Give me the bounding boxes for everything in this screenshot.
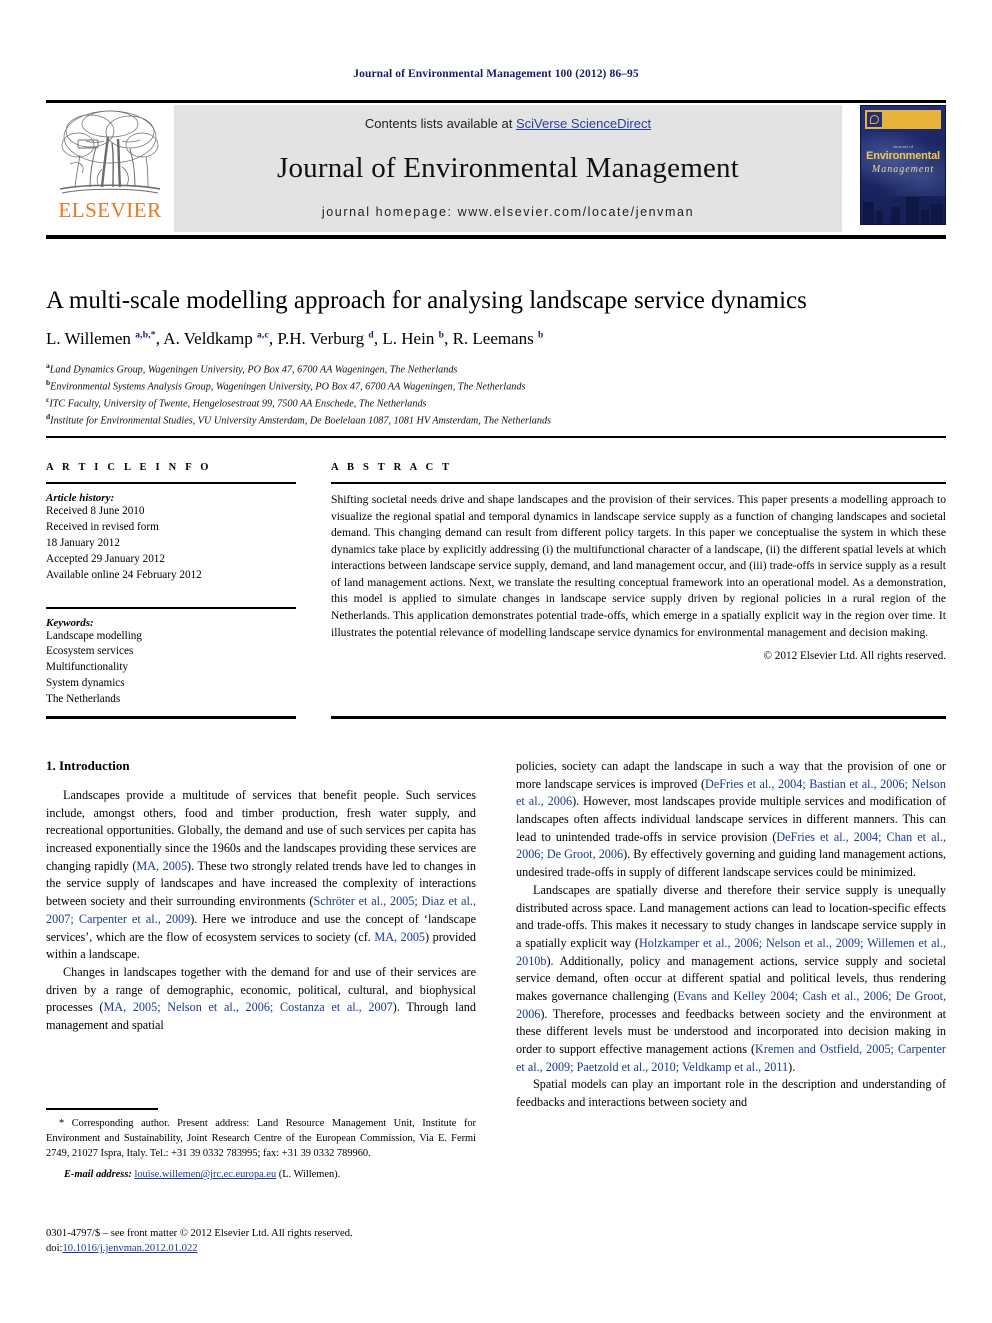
contents-line: Contents lists available at SciVerse Sci… — [365, 116, 651, 131]
affiliation-text: ITC Faculty, University of Twente, Henge… — [49, 398, 427, 410]
abstract-heading: A B S T R A C T — [331, 462, 453, 473]
masthead-bottom-rule — [46, 235, 946, 239]
article-info-rule — [46, 482, 296, 484]
history-item: Received 8 June 2010 — [46, 505, 145, 517]
keyword-item: Ecosystem services — [46, 645, 134, 658]
elsevier-wordmark: ELSEVIER — [58, 198, 162, 222]
info-abstract-row: A R T I C L E I N F O Article history: R… — [46, 462, 946, 708]
doi-link[interactable]: 10.1016/j.jenvman.2012.01.022 — [62, 1243, 197, 1254]
keyword-item: Landscape modelling — [46, 629, 142, 642]
email-label: E-mail address: — [64, 1169, 132, 1181]
doi-line: doi:10.1016/j.jenvman.2012.01.022 — [46, 1241, 476, 1256]
footnote-block: * Corresponding author. Present address:… — [46, 1108, 476, 1183]
colophon-block: 0301-4797/$ – see front matter © 2012 El… — [46, 1226, 476, 1257]
abstract-copyright: © 2012 Elsevier Ltd. All rights reserved… — [763, 650, 947, 663]
article-history-label: Article history: — [46, 492, 115, 504]
issn-line: 0301-4797/$ – see front matter © 2012 El… — [46, 1228, 353, 1239]
footnote-rule — [46, 1108, 158, 1110]
info-section-top-rule — [46, 436, 946, 438]
elsevier-tree-icon — [56, 107, 164, 199]
cover-city-art — [861, 190, 945, 224]
affiliation-text: Land Dynamics Group, Wageningen Universi… — [49, 364, 458, 376]
journal-cover-block: Journal of Environmental Management — [842, 105, 946, 232]
corresponding-author-note: * Corresponding author. Present address:… — [46, 1118, 476, 1159]
author-list: L. Willemen a,b,*, A. Veldkamp a,c, P.H.… — [46, 328, 544, 348]
paragraph: Changes in landscapes together with the … — [46, 964, 476, 1032]
keyword-item: System dynamics — [46, 677, 125, 690]
article-history-list: Received 8 June 2010 Received in revised… — [46, 504, 296, 584]
body-column-left: 1. Introduction Landscapes provide a mul… — [46, 758, 476, 1112]
contents-prefix: Contents lists available at — [364, 116, 516, 131]
running-head: Journal of Environmental Management 100 … — [353, 68, 639, 80]
elsevier-logo: ELSEVIER — [46, 105, 174, 232]
cover-title-line2: Management — [871, 164, 935, 175]
paper-page: Journal of Environmental Management 100 … — [0, 0, 992, 1323]
body-column-right: policies, society can adapt the landscap… — [516, 758, 946, 1112]
affiliation-item: cITC Faculty, University of Twente, Heng… — [46, 395, 946, 412]
email-note: E-mail address: louise.willemen@jrc.ec.e… — [46, 1168, 476, 1183]
section-heading-introduction: 1. Introduction — [46, 758, 130, 773]
title-block: A multi-scale modelling approach for ana… — [46, 287, 946, 429]
affiliation-text: Institute for Environmental Studies, VU … — [50, 415, 552, 427]
body-columns: 1. Introduction Landscapes provide a mul… — [46, 758, 946, 1112]
doi-prefix: doi: — [46, 1243, 63, 1255]
abstract-rule — [331, 482, 946, 484]
abstract-bottom-rule — [331, 716, 946, 719]
article-info-column: A R T I C L E I N F O Article history: R… — [46, 462, 296, 708]
section-bottom-rules — [46, 716, 946, 719]
history-item: Accepted 29 January 2012 — [46, 552, 165, 565]
affiliation-list: aLand Dynamics Group, Wageningen Univers… — [46, 361, 946, 430]
keywords-label: Keywords: — [46, 616, 94, 629]
history-item: 18 January 2012 — [46, 536, 120, 549]
sciencedirect-link[interactable]: SciVerse ScienceDirect — [516, 116, 651, 131]
history-item: Received in revised form — [46, 520, 159, 533]
cover-small-line: Journal of — [892, 144, 914, 149]
affiliation-item: bEnvironmental Systems Analysis Group, W… — [46, 378, 946, 395]
journal-band: Contents lists available at SciVerse Sci… — [174, 105, 842, 232]
journal-masthead: ELSEVIER Contents lists available at Sci… — [46, 100, 946, 239]
journal-cover-thumbnail: Journal of Environmental Management — [860, 105, 946, 225]
paragraph: Spatial models can play an important rol… — [516, 1077, 946, 1110]
history-item: Available online 24 February 2012 — [46, 568, 202, 581]
journal-homepage[interactable]: journal homepage: www.elsevier.com/locat… — [322, 205, 694, 219]
keyword-item: The Netherlands — [46, 693, 121, 706]
cover-top-bar — [865, 110, 941, 129]
email-suffix: (L. Willemen). — [278, 1169, 341, 1181]
keywords-list: Landscape modelling Ecosystem services M… — [46, 629, 296, 709]
paragraph: Landscapes provide a multitude of servic… — [46, 788, 477, 962]
affiliation-item: aLand Dynamics Group, Wageningen Univers… — [46, 361, 946, 378]
article-info-heading: A R T I C L E I N F O — [46, 462, 212, 473]
journal-title: Journal of Environmental Management — [276, 151, 739, 184]
email-link[interactable]: louise.willemen@jrc.ec.europa.eu — [134, 1169, 276, 1180]
abstract-text: Shifting societal needs drive and shape … — [331, 493, 946, 639]
affiliation-text: Environmental Systems Analysis Group, Wa… — [50, 381, 526, 393]
info-bottom-rule — [46, 716, 296, 719]
cover-title-line1: Environmental — [866, 150, 940, 162]
keyword-item: Multifunctionality — [46, 661, 129, 674]
keywords-rule — [46, 606, 296, 609]
affiliation-item: dInstitute for Environmental Studies, VU… — [46, 412, 946, 429]
paragraph: Landscapes are spatially diverse and the… — [516, 882, 947, 1074]
elsevier-mark-icon — [867, 112, 882, 127]
abstract-column: A B S T R A C T Shifting societal needs … — [296, 462, 946, 708]
masthead-top-rule — [46, 100, 946, 103]
paragraph: policies, society can adapt the landscap… — [516, 759, 947, 880]
article-title: A multi-scale modelling approach for ana… — [46, 287, 807, 314]
